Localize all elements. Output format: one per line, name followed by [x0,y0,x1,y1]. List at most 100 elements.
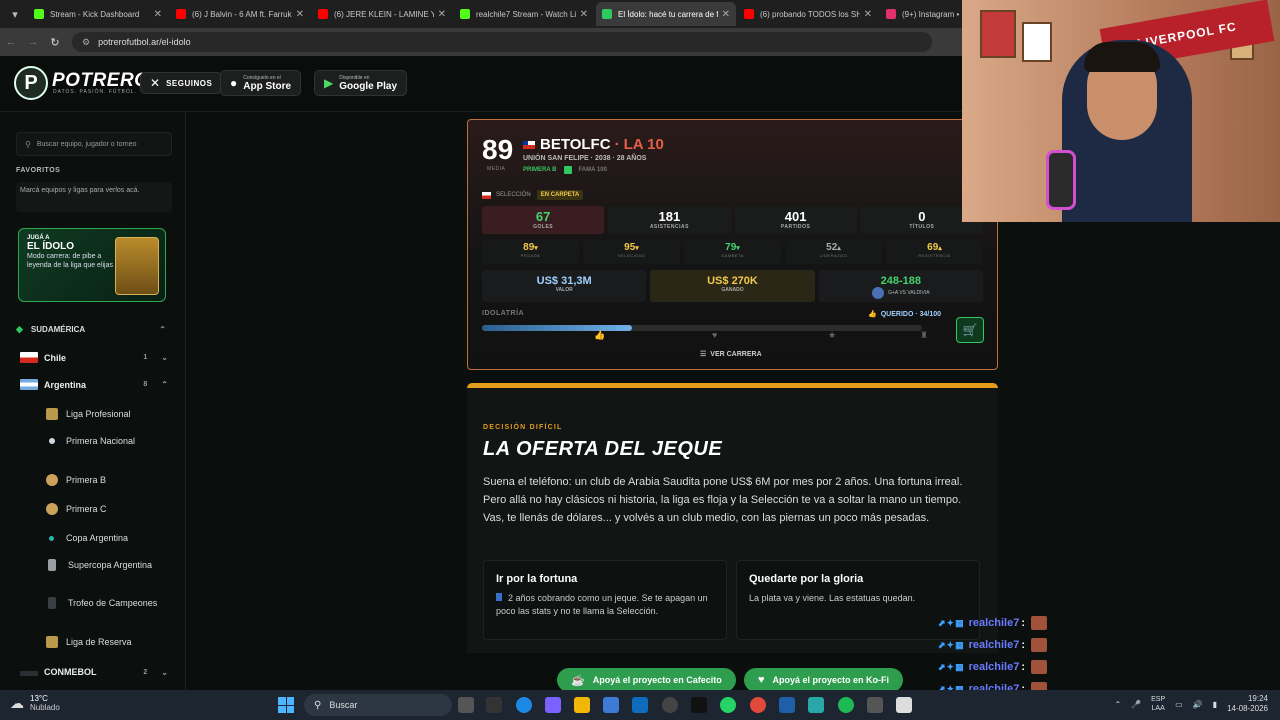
player-name-text: BETOLFC [540,136,611,153]
wall-poster [980,10,1016,58]
clock[interactable]: 19:24 14-08-2026 [1227,694,1268,714]
sidebar-league-primera-b[interactable]: Primera B [46,474,170,486]
language-indicator[interactable]: ESP LAA [1151,695,1165,713]
start-button[interactable] [278,697,294,713]
sidebar-country-argentina[interactable]: Argentina 8 ⌃ [20,379,168,390]
chat-emote-icon [1031,660,1048,674]
outlook-icon[interactable] [632,697,648,713]
browser-tab[interactable]: (6) J Balvin - 6 AM ft. Farruko ✕ [170,2,310,26]
offer-title: LA OFERTA DEL JEQUE [483,438,723,460]
potrero-logo-icon[interactable]: P [14,66,48,100]
notepad-icon[interactable] [896,697,912,713]
app-icon[interactable] [867,697,883,713]
network-icon[interactable]: ▭ [1175,700,1183,709]
shop-cart-button[interactable]: 🛒 [956,317,984,343]
weather-widget[interactable]: ☁ 13°C Nublado [10,694,60,712]
close-icon[interactable]: ✕ [154,9,162,20]
browser-tab[interactable]: Stream - Kick Dashboard ✕ [28,2,168,26]
sidebar-league-primera-c[interactable]: Primera C [46,503,170,515]
close-icon[interactable]: ✕ [580,9,588,20]
sidebar-league-liga-de-reserva[interactable]: Liga de Reserva [46,636,170,648]
volume-icon[interactable]: 🔊 [1193,700,1203,709]
chevron-up-icon[interactable]: ⌃ [1114,700,1121,709]
ver-carrera-label: VER CARRERA [710,350,762,358]
sidebar-country-chile[interactable]: Chile 1 ⌄ [20,352,168,363]
microphone-icon[interactable]: 🎤 [1131,700,1141,709]
app-icon[interactable] [779,697,795,713]
sidebar-league-liga-profesional[interactable]: Liga Profesional [46,408,170,420]
league-label: Copa Argentina [66,533,129,543]
player-name: BETOLFC · LA 10 [523,136,664,153]
stat-asistencias: 181 ASISTENCIAS [608,206,731,234]
sidebar-league-copa-argentina[interactable]: Copa Argentina [46,532,170,544]
rival-avatar-icon [872,287,885,299]
player-attributes: 89▾ PEGADA 95▾ VELOCIDAD 79▾ GAMBETA 52▴ LIDERA… [482,240,983,264]
url-field[interactable]: ⚙ potrerofutbol.ar/el-idolo [72,32,932,52]
chrome-icon[interactable] [750,697,766,713]
spotify-icon[interactable] [838,697,854,713]
browser-tab[interactable]: (6) JERE KLEIN - LAMINE YAMAL ✕ [312,2,452,26]
chat-badges-icon: ⬈✦▦ [938,639,965,650]
file-explorer-icon[interactable] [574,697,590,713]
money-stats: US$ 31,3M VALOR US$ 270K GANADO 248-188 … [482,270,983,302]
copilot-icon[interactable] [545,697,561,713]
task-view-icon[interactable] [458,697,474,713]
attribute-number: 52 [826,242,838,253]
location-pin-icon: ◆ [16,324,23,334]
google-play-button[interactable]: ▶ Disponible en Google Play [314,70,408,96]
close-icon[interactable]: ✕ [722,9,730,20]
cafecito-button[interactable]: ☕ Apoyá el proyecto en Cafecito [557,668,736,692]
sidebar-league-primera-nacional[interactable]: Primera Nacional [46,435,170,447]
reload-icon[interactable]: ↻ [44,36,66,49]
back-icon[interactable]: ← [0,36,22,48]
obs-icon[interactable] [662,697,678,713]
ver-carrera-button[interactable]: ☰ VER CARRERA [700,350,762,359]
close-icon[interactable]: ✕ [296,9,304,20]
sidebar-search-input[interactable]: ⚲ Buscar equipo, jugador o torneo [16,132,172,156]
league-label: Primera Nacional [66,436,136,446]
fame-label: FAMA 100 [578,167,607,173]
battery-icon[interactable]: ▮ [1213,700,1217,709]
store-icon[interactable] [603,697,619,713]
browser-tab[interactable]: realchile7 Stream - Watch Live ✕ [454,2,594,26]
app-icon[interactable] [808,697,824,713]
choice-fortune-button[interactable]: Ir por la fortuna 2 años cobrando como u… [483,560,727,640]
edge-icon[interactable] [516,697,532,713]
browser-tab[interactable]: (6) probando TODOS los SHOTS ✕ [738,2,878,26]
country-label: Chile [44,352,67,363]
tab-favicon-icon [886,9,896,19]
tab-title: (6) J Balvin - 6 AM ft. Farruko [192,9,292,19]
fame-icon [564,166,573,174]
language-primary: ESP [1151,696,1166,703]
selection-label: SELECCIÓN [496,192,531,198]
value-label: VALOR [555,287,573,293]
forward-icon[interactable]: → [22,36,44,48]
whatsapp-icon[interactable] [720,697,736,713]
site-info-icon[interactable]: ⚙ [82,37,90,48]
tab-title: realchile7 Stream - Watch Live [476,9,576,19]
url-text: potrerofutbol.ar/el-idolo [98,37,191,47]
region-sudamerica[interactable]: ◆ SUDAMÉRICA ⌃ [16,324,166,335]
close-icon[interactable]: ✕ [864,9,872,20]
tab-search-icon[interactable]: ▾ [4,3,26,25]
choice-description-text: 2 años cobrando como un jeque. Se te apa… [496,593,708,616]
follow-button[interactable]: ✕ SEGUINOS [140,72,223,94]
browser-tab[interactable]: El Ídolo: hacé tu carrera de futbolista ✕ [596,2,736,26]
sidebar-league-trofeo-de-campeones[interactable]: Trofeo de Campeones [46,597,170,609]
app-store-button[interactable]: ● Consíguelo en el App Store [220,70,302,96]
league-crest-icon [46,503,58,515]
main-content: 89 MEDIA BETOLFC · LA 10 UNIÓN SAN FELIP… [186,112,998,692]
el-idolo-promo[interactable]: JUGÁ A EL ÍDOLO Modo carrera: de pibe a … [18,228,166,302]
tab-title: (6) JERE KLEIN - LAMINE YAMAL [334,9,434,19]
idolatry-progress-fill [482,325,632,331]
choice-title: Quedarte por la gloria [749,573,864,585]
tiktok-icon[interactable] [691,697,707,713]
kofi-button[interactable]: ♥ Apoyá el proyecto en Ko-Fi [744,668,904,692]
sidebar-conmebol[interactable]: CONMEBOL 2 ⌄ [20,667,168,677]
sidebar-league-supercopa-argentina[interactable]: Supercopa Argentina [46,559,170,571]
close-icon[interactable]: ✕ [438,9,446,20]
chat-badges-icon: ⬈✦▦ [938,661,965,672]
taskbar-search[interactable]: ⚲ Buscar [304,694,452,716]
app-icon[interactable] [486,697,502,713]
player-card-image [115,237,159,295]
